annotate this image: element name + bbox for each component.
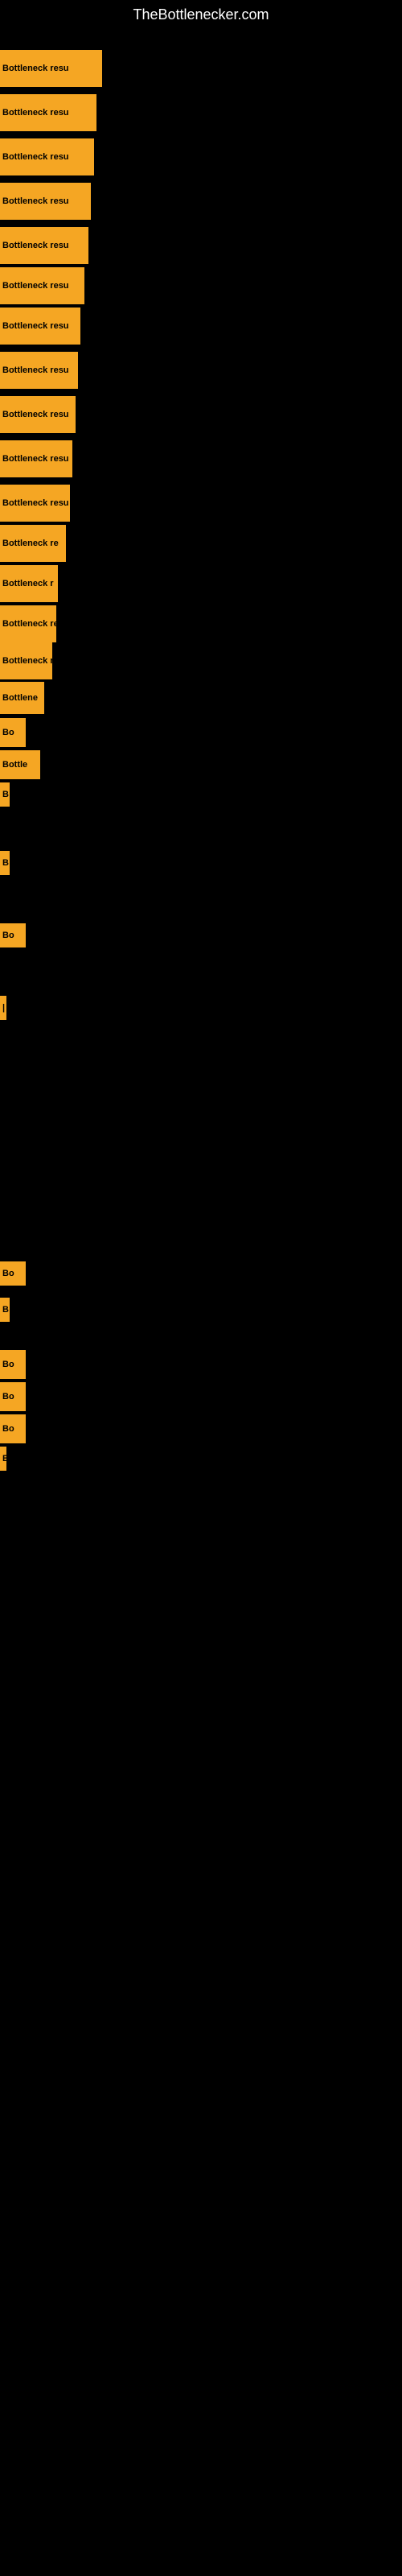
- bar-item: B: [0, 782, 10, 807]
- bar-label: B: [0, 858, 10, 868]
- bar-label: Bo: [0, 1360, 17, 1369]
- bar-item: Bottleneck re: [0, 605, 56, 642]
- bar-label: Bottleneck resu: [0, 152, 72, 162]
- bar-label: Bottleneck resu: [0, 410, 72, 419]
- bar-label: Bottleneck resu: [0, 108, 72, 118]
- bar-item: Bottle: [0, 750, 40, 779]
- bar-label: Bottleneck resu: [0, 321, 72, 331]
- bar-item: Bo: [0, 1414, 26, 1443]
- bar-label: Bottle: [0, 760, 30, 770]
- bar-label: B: [0, 1454, 6, 1463]
- bar-label: Bo: [0, 728, 17, 737]
- bar-item: |: [0, 996, 6, 1020]
- bar-item: Bottlene: [0, 682, 44, 714]
- bar-item: B: [0, 1298, 10, 1322]
- bar-label: Bottleneck resu: [0, 365, 72, 375]
- bar-item: Bo: [0, 1261, 26, 1286]
- bar-label: Bo: [0, 931, 17, 940]
- bar-item: Bottleneck r: [0, 642, 52, 679]
- bar-label: Bottleneck resu: [0, 454, 72, 464]
- bar-label: Bottleneck re: [0, 619, 56, 629]
- bar-item: Bottleneck resu: [0, 396, 76, 433]
- bar-item: Bottleneck resu: [0, 50, 102, 87]
- bar-item: Bottleneck resu: [0, 227, 88, 264]
- bar-item: Bottleneck resu: [0, 183, 91, 220]
- bar-item: Bottleneck resu: [0, 267, 84, 304]
- bar-label: Bo: [0, 1424, 17, 1434]
- bar-label: Bottleneck resu: [0, 196, 72, 206]
- bar-item: Bottleneck resu: [0, 308, 80, 345]
- bar-label: Bottleneck r: [0, 656, 52, 666]
- bar-label: Bottleneck resu: [0, 498, 70, 508]
- bar-label: Bottleneck r: [0, 579, 56, 588]
- bar-label: |: [0, 1003, 6, 1013]
- bar-item: B: [0, 851, 10, 875]
- bar-item: Bottleneck resu: [0, 94, 96, 131]
- site-title: TheBottlenecker.com: [0, 0, 402, 30]
- bar-label: B: [0, 1305, 10, 1315]
- bar-item: Bo: [0, 1350, 26, 1379]
- bar-item: Bottleneck resu: [0, 352, 78, 389]
- bar-item: B: [0, 1447, 6, 1471]
- bar-label: Bottleneck re: [0, 539, 61, 548]
- bar-label: B: [0, 790, 10, 799]
- bar-item: Bottleneck resu: [0, 440, 72, 477]
- bar-label: Bottleneck resu: [0, 241, 72, 250]
- bar-item: Bottleneck resu: [0, 485, 70, 522]
- bar-label: Bottleneck resu: [0, 64, 72, 73]
- bar-item: Bo: [0, 718, 26, 747]
- bar-label: Bottleneck resu: [0, 281, 72, 291]
- bar-label: Bottlene: [0, 693, 40, 703]
- bar-label: Bo: [0, 1269, 17, 1278]
- bar-item: Bo: [0, 1382, 26, 1411]
- bar-item: Bottleneck r: [0, 565, 58, 602]
- bar-item: Bo: [0, 923, 26, 947]
- bar-item: Bottleneck resu: [0, 138, 94, 175]
- bar-label: Bo: [0, 1392, 17, 1402]
- bar-item: Bottleneck re: [0, 525, 66, 562]
